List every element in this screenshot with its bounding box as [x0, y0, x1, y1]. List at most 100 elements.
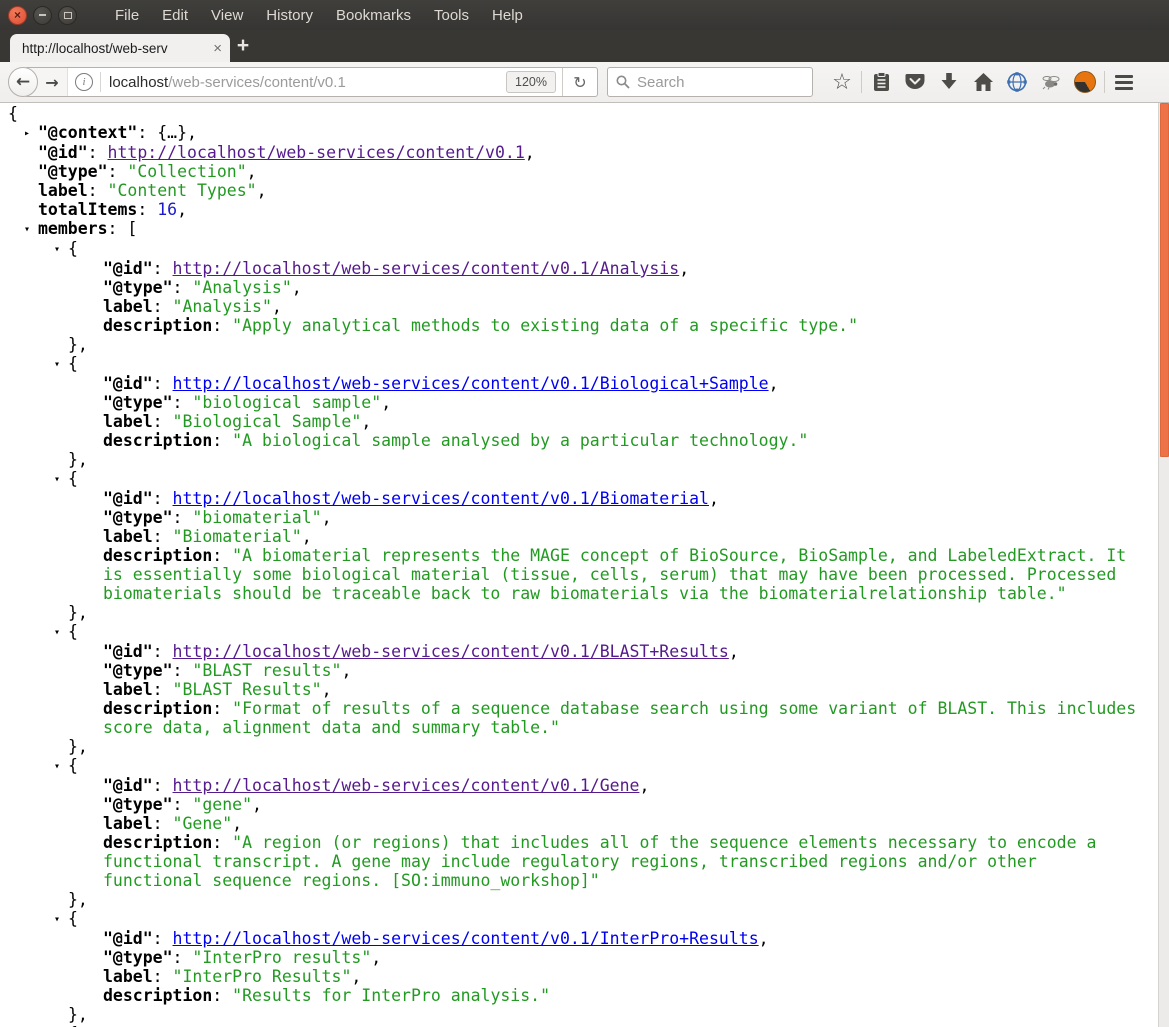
window-minimize-button[interactable]	[33, 5, 52, 25]
search-input[interactable]: Search	[607, 67, 813, 97]
fly-extension-button[interactable]	[1034, 67, 1068, 97]
collapse-toggle-expanded[interactable]: ▾	[54, 470, 68, 489]
json-string-value: BLAST Results	[173, 680, 322, 699]
url-input[interactable]: localhost/web-services/content/v0.1	[109, 74, 506, 91]
menu-item-history[interactable]: History	[266, 7, 313, 24]
member-description-row: description Results for InterPro analysis…	[8, 986, 1141, 1005]
member-id-link[interactable]: http://localhost/web-services/content/v0…	[173, 929, 759, 948]
menu-item-edit[interactable]: Edit	[162, 7, 188, 24]
toolbar-separator	[1104, 71, 1105, 93]
member-close-row: },	[68, 450, 88, 469]
member-label-row: label BLAST Results	[8, 680, 1141, 699]
collapse-toggle-collapsed[interactable]: ▸	[24, 124, 38, 143]
tab-close-icon[interactable]: ×	[213, 40, 222, 57]
json-type-row: "@type" Collection	[8, 162, 1169, 181]
json-member: ▾{ "@id" http://localhost/web-services/co…	[8, 354, 1169, 469]
navigation-toolbar: ← → i localhost/web-services/content/v0.…	[0, 62, 1169, 103]
url-path: /web-services/content/v0.1	[168, 73, 346, 91]
reload-button[interactable]: ↻	[562, 68, 597, 96]
tab-bar: http://localhost/web-serv × +	[0, 30, 1169, 62]
collapse-toggle-expanded[interactable]: ▾	[54, 623, 68, 642]
window-maximize-button[interactable]	[58, 5, 77, 25]
collapse-toggle-expanded[interactable]: ▾	[54, 757, 68, 776]
json-string-value: biomaterial	[192, 508, 321, 527]
member-description-row: descriptionA biomaterial represents the …	[8, 546, 1141, 603]
json-totalitems-row: totalItems 16	[8, 200, 1169, 219]
member-id-link[interactable]: http://localhost/web-services/content/v0…	[173, 489, 709, 508]
member-label-row: label Gene	[8, 814, 1141, 833]
new-tab-button[interactable]: +	[228, 33, 258, 59]
collapse-toggle-expanded[interactable]: ▾	[54, 240, 68, 259]
globe-extension-button[interactable]	[1000, 67, 1034, 97]
plus-icon: +	[236, 34, 250, 57]
json-member: ▾{ "@id" http://localhost/web-services/co…	[8, 239, 1169, 354]
tab-active[interactable]: http://localhost/web-serv ×	[10, 34, 230, 62]
json-string-value: BLAST results	[192, 661, 341, 680]
menu-item-tools[interactable]: Tools	[434, 7, 469, 24]
member-description-row: descriptionA region (or regions) that in…	[8, 833, 1141, 890]
json-string-value: Biological Sample	[173, 412, 362, 431]
page-info-icon[interactable]: i	[75, 73, 93, 91]
json-key: members	[38, 219, 108, 238]
json-string-value: Gene	[173, 814, 233, 833]
menu-item-bookmarks[interactable]: Bookmarks	[336, 7, 411, 24]
pocket-button[interactable]	[898, 67, 932, 97]
search-placeholder: Search	[637, 73, 685, 91]
member-type-row: "@type" biomaterial	[8, 508, 1141, 527]
url-bar[interactable]: → i localhost/web-services/content/v0.1 …	[24, 67, 598, 97]
json-key: "@type"	[103, 948, 173, 967]
downloads-button[interactable]	[932, 67, 966, 97]
forward-arrow-icon: →	[45, 72, 59, 92]
json-key: description	[103, 699, 213, 718]
json-member: ▾{ "@id" http://localhost/web-services/co…	[8, 469, 1169, 622]
member-label-row: label Analysis	[8, 297, 1141, 316]
collapse-toggle-expanded[interactable]: ▾	[54, 355, 68, 374]
member-id-row: "@id" http://localhost/web-services/conte…	[8, 929, 1141, 948]
app-menu-button[interactable]	[1107, 67, 1141, 97]
back-button[interactable]: ←	[8, 67, 38, 97]
member-close-row: },	[68, 1005, 88, 1024]
zoom-level-badge[interactable]: 120%	[506, 71, 556, 93]
json-key: "@id"	[103, 776, 153, 795]
pocket-icon	[905, 74, 925, 89]
json-key: "@id"	[103, 259, 153, 278]
json-string-value: Format of results of a sequence database…	[103, 699, 1136, 737]
json-key: label	[103, 412, 153, 431]
menu-item-help[interactable]: Help	[492, 7, 523, 24]
menu-item-view[interactable]: View	[211, 7, 243, 24]
json-key: "@type"	[103, 508, 173, 527]
bookmarks-menu-button[interactable]	[864, 67, 898, 97]
json-member: ▾{ "@id" http://localhost/web-services/co…	[8, 756, 1169, 909]
search-icon	[616, 75, 630, 89]
json-id-link[interactable]: http://localhost/web-services/content/v0…	[108, 143, 525, 162]
orange-extension-button[interactable]	[1068, 67, 1102, 97]
collapse-toggle-expanded[interactable]: ▾	[24, 220, 38, 239]
json-key: "@type"	[103, 795, 173, 814]
close-icon: ×	[13, 8, 21, 22]
collapse-toggle-expanded[interactable]: ▾	[54, 910, 68, 929]
member-id-link[interactable]: http://localhost/web-services/content/v0…	[173, 642, 729, 661]
member-open-row: ▾{	[54, 756, 78, 776]
back-arrow-icon: ←	[15, 72, 31, 92]
maximize-icon	[63, 11, 72, 19]
json-string-value: Analysis	[173, 297, 272, 316]
vertical-scrollbar[interactable]	[1158, 103, 1169, 1027]
json-key: description	[103, 431, 213, 450]
json-key: "@id"	[103, 489, 153, 508]
home-button[interactable]	[966, 67, 1000, 97]
globe-icon	[1007, 72, 1027, 92]
json-string-value: biological sample	[192, 393, 381, 412]
member-id-link[interactable]: http://localhost/web-services/content/v0…	[173, 776, 640, 795]
json-collapsed-value[interactable]: {…}	[157, 123, 187, 142]
member-id-link[interactable]: http://localhost/web-services/content/v0…	[173, 259, 680, 278]
json-open-brace: {	[8, 104, 18, 123]
menu-item-file[interactable]: File	[115, 7, 139, 24]
reload-icon: ↻	[573, 72, 587, 92]
scrollbar-thumb[interactable]	[1160, 103, 1169, 457]
member-open-row: ▾{	[54, 909, 78, 929]
tab-title: http://localhost/web-serv	[22, 40, 208, 56]
window-close-button[interactable]: ×	[8, 5, 27, 25]
member-id-link[interactable]: http://localhost/web-services/content/v0…	[173, 374, 769, 393]
bookmark-star-button[interactable]: ☆	[825, 67, 859, 97]
json-string-value: A biological sample analysed by a partic…	[232, 431, 808, 450]
